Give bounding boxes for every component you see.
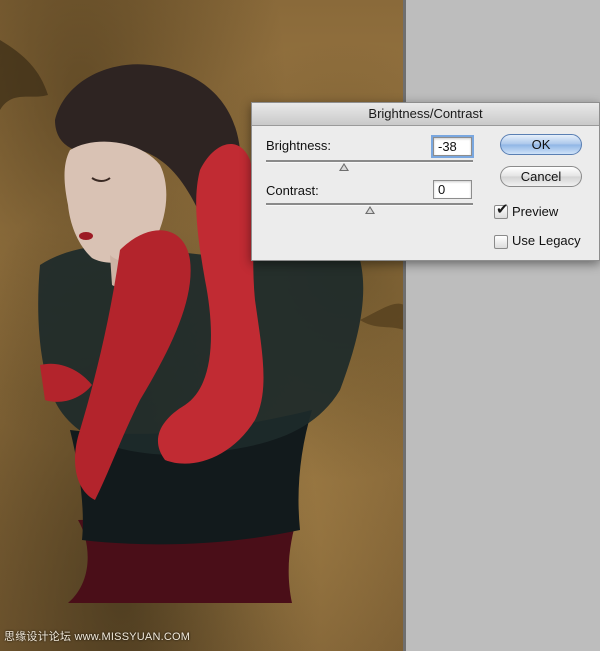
checkmark-icon: ✔: [496, 201, 509, 218]
brightness-slider-track[interactable]: [266, 160, 473, 163]
document-canvas[interactable]: [0, 0, 404, 651]
contrast-slider-thumb[interactable]: [365, 206, 375, 214]
canvas-border: [403, 0, 406, 651]
lips: [79, 232, 93, 240]
dialog-title: Brightness/Contrast: [252, 103, 599, 126]
cancel-button[interactable]: Cancel: [500, 166, 582, 187]
preview-label: Preview: [512, 204, 559, 219]
photo-artwork: [0, 40, 404, 603]
adjustment-controls: Brightness: -38 Contrast: 0: [252, 126, 490, 261]
brightness-input[interactable]: -38: [431, 135, 474, 158]
brightness-slider-thumb[interactable]: [339, 163, 349, 171]
texture-crack: [360, 303, 404, 330]
ok-button[interactable]: OK: [500, 134, 582, 155]
texture-crack: [0, 40, 48, 110]
contrast-label: Contrast:: [266, 183, 319, 198]
watermark: 思缘设计论坛 www.MISSYUAN.COM: [4, 631, 191, 643]
use-legacy-label: Use Legacy: [512, 233, 581, 248]
brightness-label: Brightness:: [266, 138, 332, 153]
brightness-contrast-dialog: Brightness/Contrast Brightness: -38 Cont…: [251, 102, 600, 261]
contrast-input[interactable]: 0: [433, 180, 472, 199]
use-legacy-checkbox[interactable]: [494, 235, 508, 249]
preview-checkbox[interactable]: ✔: [494, 201, 509, 219]
